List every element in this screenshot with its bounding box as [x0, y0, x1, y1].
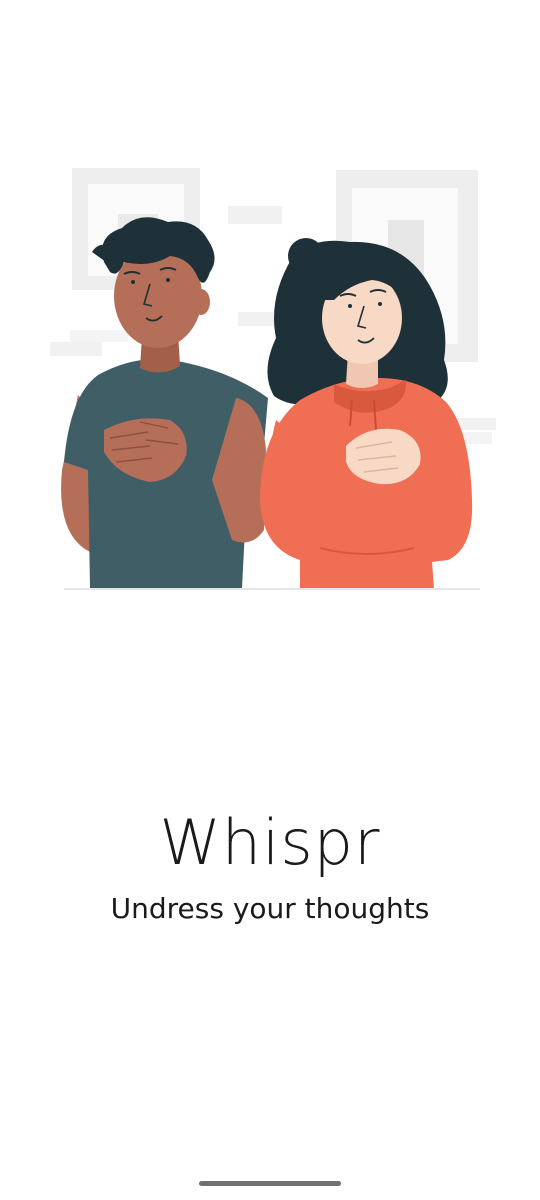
app-tagline: Undress your thoughts: [110, 892, 430, 925]
welcome-illustration: [50, 168, 496, 590]
splash-screen: Whispr Undress your thoughts: [0, 0, 540, 1200]
home-indicator[interactable]: [199, 1181, 341, 1186]
app-title: Whispr: [159, 806, 381, 879]
